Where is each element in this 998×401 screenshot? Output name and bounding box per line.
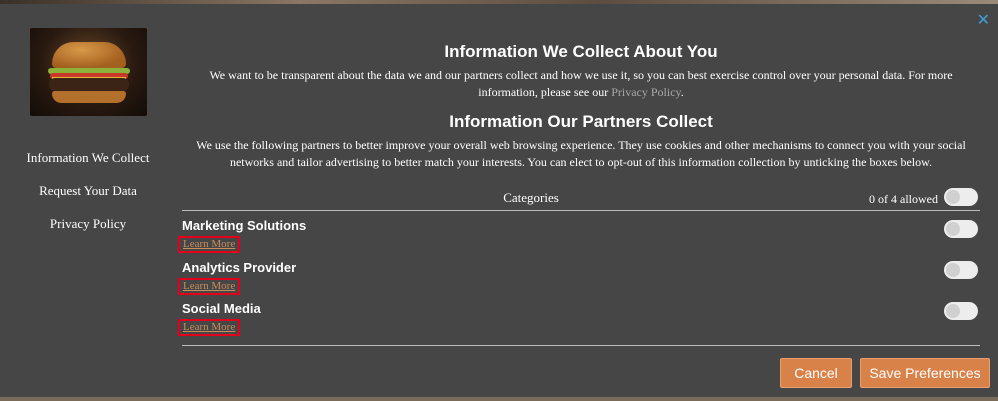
cancel-button[interactable]: Cancel [780,358,852,388]
collect-period: . [680,85,684,99]
burger-image [30,28,147,116]
toggle-marketing-solutions[interactable] [944,220,978,238]
toggle-analytics-provider[interactable] [944,261,978,279]
category-name: Analytics Provider [182,260,297,275]
collect-description: We want to be transparent about the data… [209,68,953,99]
category-name: Social Media [182,301,261,316]
section-text-partners: We use the following partners to better … [196,138,966,169]
main-content: Information We Collect About You We want… [172,4,998,397]
sidebar-item-privacy-policy[interactable]: Privacy Policy [0,216,176,232]
learn-more-link[interactable]: Learn More [178,278,240,295]
section-text-collect: We want to be transparent about the data… [182,67,980,101]
save-preferences-button[interactable]: Save Preferences [860,358,990,388]
section-title-partners: Information Our Partners Collect [449,112,713,131]
sidebar-item-information-we-collect[interactable]: Information We Collect [0,150,176,166]
categories-label: Categories [503,190,559,205]
background-bottom [0,397,998,401]
sidebar-item-request-your-data[interactable]: Request Your Data [0,183,176,199]
learn-more-link[interactable]: Learn More [178,319,240,336]
allowed-count: 0 of 4 allowed [869,192,938,206]
toggle-social-media[interactable] [944,302,978,320]
list-divider [182,345,980,346]
toggle-all[interactable] [944,188,978,206]
sidebar: Information We Collect Request Your Data… [0,4,172,397]
category-name: Marketing Solutions [182,218,307,233]
section-title-collect: Information We Collect About You [444,42,718,61]
categories-header: Categories 0 of 4 allowed [182,188,980,211]
privacy-policy-link[interactable]: Privacy Policy [611,85,681,99]
privacy-modal: ✕ Information We Collect Request Your Da… [0,4,998,397]
learn-more-link[interactable]: Learn More [178,236,240,253]
